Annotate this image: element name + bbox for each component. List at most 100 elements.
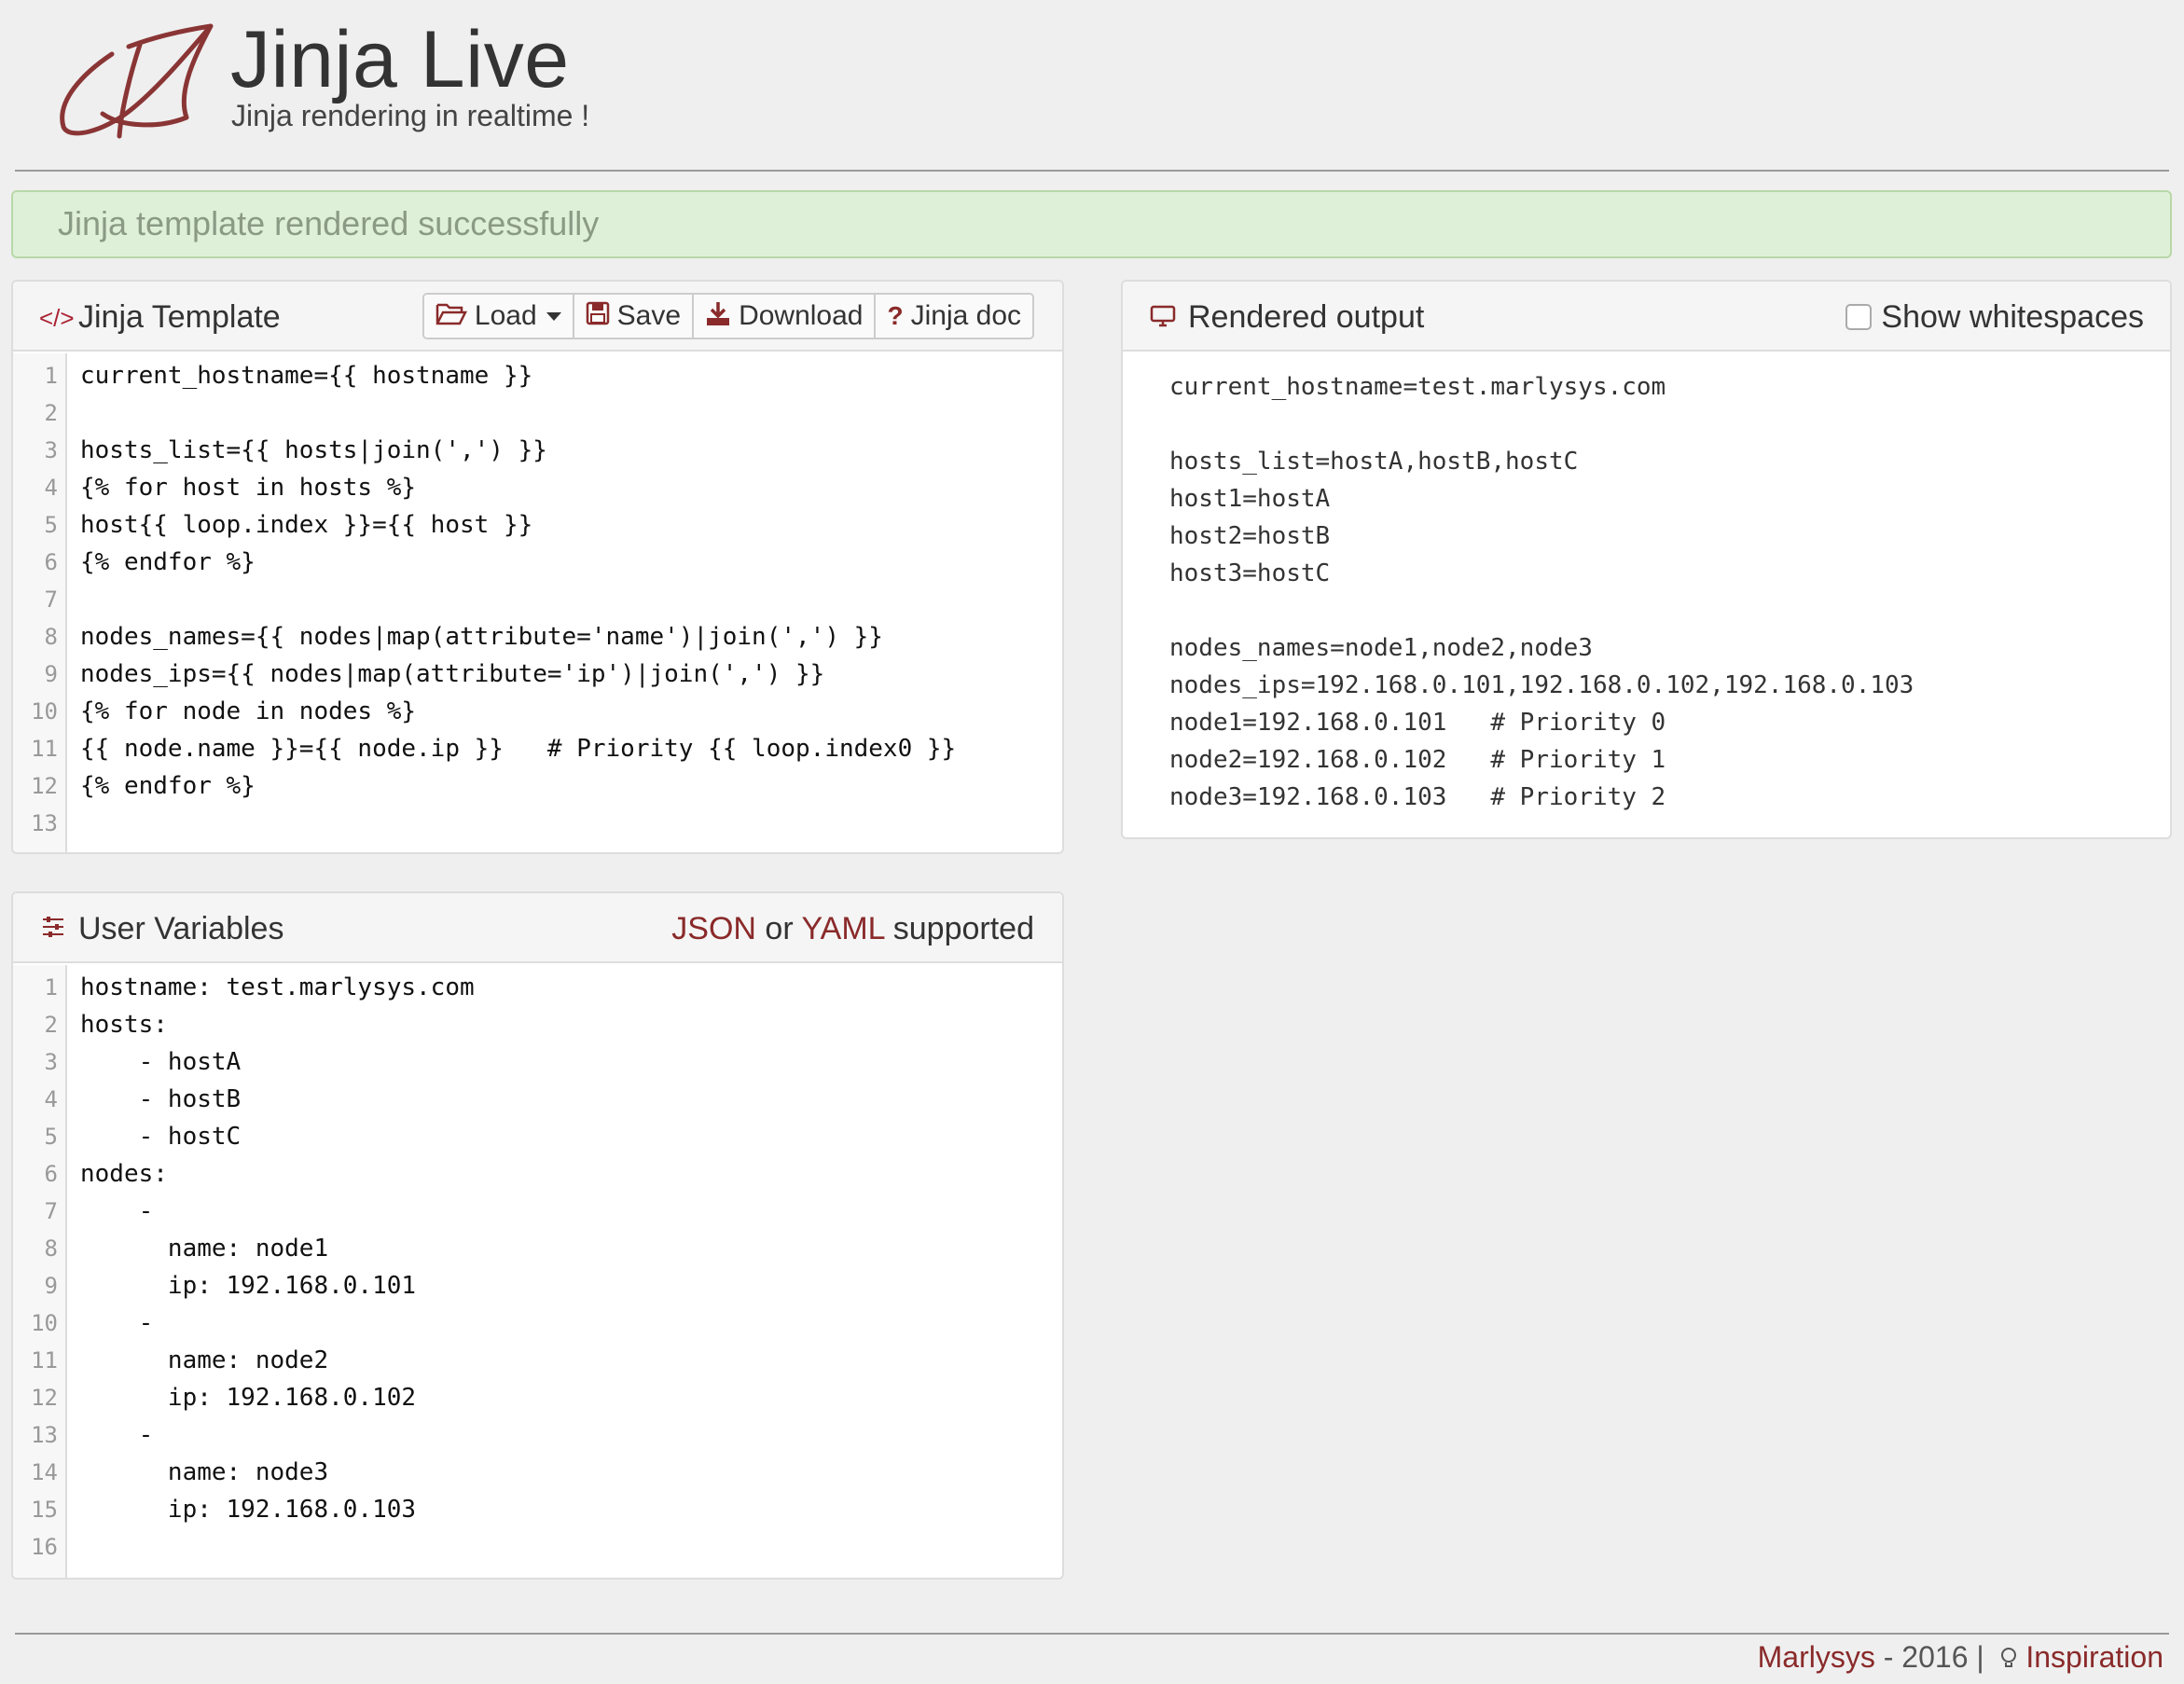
line-number: 2 [44,1012,58,1038]
code-icon: </> [39,304,75,332]
yaml-link[interactable]: YAML [802,911,885,946]
format-note-supported: supported [892,911,1034,946]
marlysys-link[interactable]: Marlysys [1758,1640,1875,1674]
load-button[interactable]: Load [423,295,574,338]
inspiration-link[interactable]: Inspiration [2025,1640,2163,1674]
line-number: 14 [31,1459,58,1485]
line-number: 12 [31,773,58,799]
header-divider [15,170,2169,172]
chevron-down-icon [546,311,561,321]
line-number: 3 [44,437,58,463]
line-number: 11 [31,1347,58,1373]
line-number: 15 [31,1497,58,1523]
line-number: 5 [44,1124,58,1150]
template-toolbar: Load Save Download ? Jinja doc [422,293,1034,339]
line-text: {% endfor %} [80,772,256,800]
template-editor[interactable]: 1 current_hostname={{ hostname }} 2 3 hosts_… [13,353,1062,852]
output-line: current_hostname=test.marlysys.com [1169,373,1666,401]
output-line: host3=hostC [1169,559,1331,587]
header: Jinja Live Jinja rendering in realtime ! [37,13,877,144]
show-whitespaces-label: Show whitespaces [1881,299,2144,335]
output-line: node3=192.168.0.103 # Priority 2 [1169,783,1666,811]
load-label: Load [474,300,537,331]
line-text: name: node3 [80,1458,329,1486]
template-panel-heading: </> Jinja Template Load Save Download ? … [13,282,1062,352]
output-line: node2=192.168.0.102 # Priority 1 [1169,746,1666,774]
jinja-doc-button[interactable]: ? Jinja doc [876,295,1032,338]
app-title: Jinja Live [230,15,570,104]
save-button[interactable]: Save [574,295,695,338]
show-whitespaces-checkbox[interactable] [1845,304,1873,330]
line-text: nodes_ips={{ nodes|map(attribute='ip')|j… [80,660,825,688]
footer-divider [15,1633,2169,1635]
line-number: 3 [44,1049,58,1075]
line-text: {% for host in hosts %} [80,474,417,502]
line-text: - hostB [80,1085,242,1113]
output-panel: Rendered output Show whitespaces current… [1121,280,2172,839]
download-button[interactable]: Download [694,295,877,338]
line-number: 1 [44,974,58,1001]
output-line: nodes_ips=192.168.0.101,192.168.0.102,19… [1169,671,1914,699]
show-whitespaces-toggle[interactable]: Show whitespaces [1845,298,2144,336]
output-line: host2=hostB [1169,522,1331,550]
line-text: nodes_names={{ nodes|map(attribute='name… [80,623,883,651]
format-note-or: or [765,911,794,946]
line-text: {% endfor %} [80,548,256,576]
footer-year: - 2016 | [1874,1640,1993,1674]
folder-open-icon [435,301,467,332]
line-text: hostname: test.marlysys.com [80,973,475,1001]
output-line: node1=192.168.0.101 # Priority 0 [1169,709,1666,737]
line-text: hosts_list={{ hosts|join(',') }} [80,436,547,464]
template-panel: </> Jinja Template Load Save Download ? … [11,280,1064,854]
line-text: - [80,1197,154,1225]
output-panel-heading: Rendered output Show whitespaces [1123,282,2170,352]
line-text: - [80,1421,154,1449]
output-line: nodes_names=node1,node2,node3 [1169,634,1593,662]
line-number: 16 [31,1534,58,1560]
json-link[interactable]: JSON [671,911,756,946]
rendered-output: current_hostname=test.marlysys.com hosts_… [1123,353,2170,837]
line-number: 13 [31,1422,58,1448]
save-label: Save [616,300,682,331]
success-alert: Jinja template rendered successfully [11,190,2172,258]
line-text: ip: 192.168.0.101 [80,1272,417,1300]
line-number: 10 [31,1310,58,1336]
output-line: host1=hostA [1169,485,1331,513]
line-number: 10 [31,698,58,725]
line-number: 9 [44,1273,58,1299]
line-text: nodes: [80,1160,168,1188]
line-number: 8 [44,1235,58,1262]
question-icon: ? [887,301,904,330]
line-text: hosts: [80,1011,168,1039]
variables-editor[interactable]: 1 hostname: test.marlysys.com 2 hosts: 3 - h… [13,965,1062,1578]
line-text: - hostC [80,1123,242,1151]
lightbulb-icon [1993,1640,2026,1674]
monitor-icon [1149,304,1177,332]
line-number: 6 [44,549,58,575]
line-text: name: node2 [80,1346,329,1374]
line-number: 11 [31,736,58,762]
download-icon [705,300,731,333]
sliders-icon [39,916,67,944]
line-text: host{{ loop.index }}={{ host }} [80,511,533,539]
format-note: JSON or YAML supported [671,909,1034,948]
line-number: 7 [44,1198,58,1224]
line-text: ip: 192.168.0.102 [80,1384,417,1412]
variables-panel: User Variables JSON or YAML supported 1h… [11,891,1064,1580]
app-subtitle: Jinja rendering in realtime ! [231,99,590,132]
template-panel-title: Jinja Template [78,299,281,335]
line-number: 6 [44,1161,58,1187]
variables-panel-heading: User Variables JSON or YAML supported [13,893,1062,963]
line-number: 9 [44,661,58,687]
line-text: name: node1 [80,1235,329,1263]
line-number: 7 [44,587,58,613]
line-number: 4 [44,475,58,501]
jinja-doc-label: Jinja doc [910,300,1021,331]
line-number: 4 [44,1086,58,1112]
line-text: current_hostname={{ hostname }} [80,362,533,390]
floppy-disk-icon [586,301,610,332]
footer: Marlysys - 2016 | Inspiration [1758,1638,2163,1676]
line-number: 5 [44,512,58,538]
line-text: {% for node in nodes %} [80,697,417,725]
line-number: 1 [44,363,58,389]
